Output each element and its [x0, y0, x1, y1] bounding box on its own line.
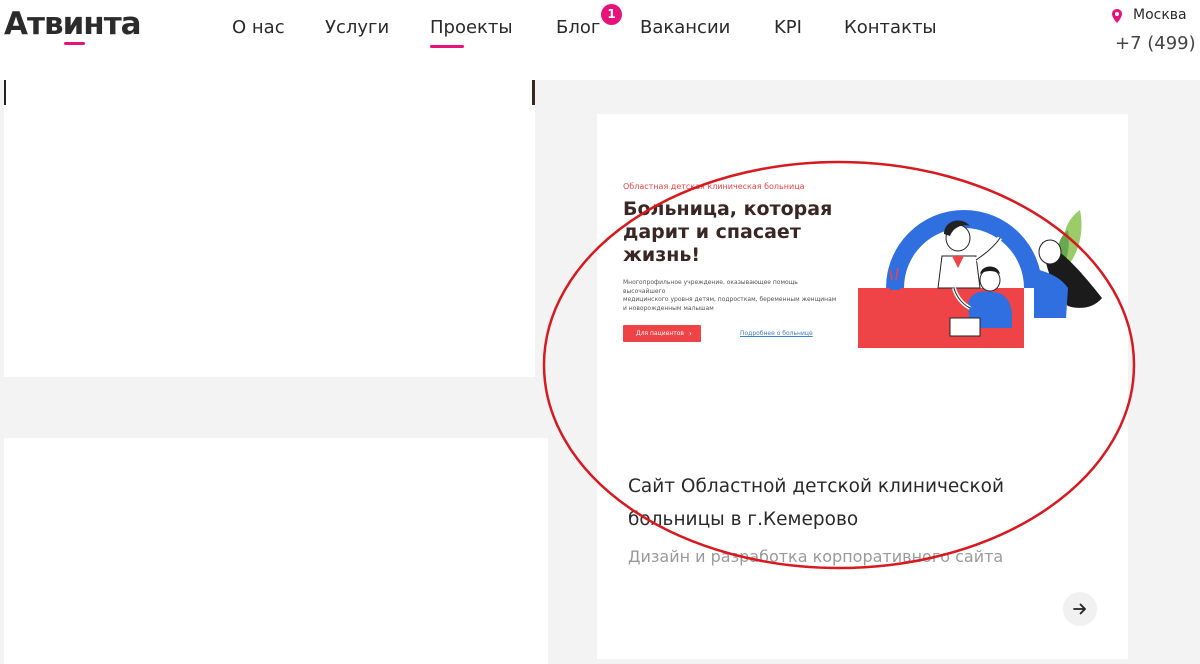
nav-item-about[interactable]: О нас [232, 17, 285, 38]
city-selector[interactable]: Москва [1133, 7, 1187, 23]
phone-number[interactable]: +7 (499) [1115, 33, 1196, 54]
project-card-left-top-image-edge [4, 80, 535, 105]
logo[interactable]: Атвинта [4, 6, 142, 42]
nav-item-kpi[interactable]: KPI [774, 17, 802, 38]
project-title[interactable]: Сайт Областной детской клинической больн… [628, 470, 1098, 536]
project-description: Дизайн и разработка корпоративного сайта [628, 547, 1004, 566]
arrow-right-icon [1073, 603, 1086, 615]
nav-item-contacts[interactable]: Контакты [844, 17, 937, 38]
project-open-button[interactable] [1063, 592, 1097, 626]
nav-active-indicator [430, 45, 464, 48]
nav-item-services[interactable]: Услуги [325, 17, 389, 38]
site-header: Атвинта О нас Услуги Проекты Блог Ваканс… [0, 0, 1200, 80]
location-pin-icon [1112, 9, 1122, 23]
preview-subtitle: Областная детская клиническая больница [623, 182, 805, 191]
project-preview-image: Областная детская клиническая больница Б… [623, 180, 1103, 410]
doctors-illustration [858, 210, 1102, 348]
preview-description: Многопрофильное учреждение, оказывающее … [623, 279, 837, 312]
logo-accent-underline [64, 42, 85, 45]
nav-item-blog[interactable]: Блог [556, 17, 600, 38]
project-card-left-top[interactable] [4, 80, 535, 377]
project-card-left-bottom[interactable] [4, 438, 548, 664]
blog-notification-badge: 1 [601, 4, 622, 25]
preview-patients-button: Для пациентов › [623, 325, 701, 342]
nav-item-projects[interactable]: Проекты [430, 17, 513, 38]
preview-title: Больница, которая дарит и спасает жизнь! [623, 198, 833, 266]
preview-more-link: Подробнее о больнице [740, 330, 813, 337]
project-card-hospital[interactable]: Областная детская клиническая больница Б… [597, 114, 1128, 659]
nav-item-vacancies[interactable]: Вакансии [640, 17, 730, 38]
